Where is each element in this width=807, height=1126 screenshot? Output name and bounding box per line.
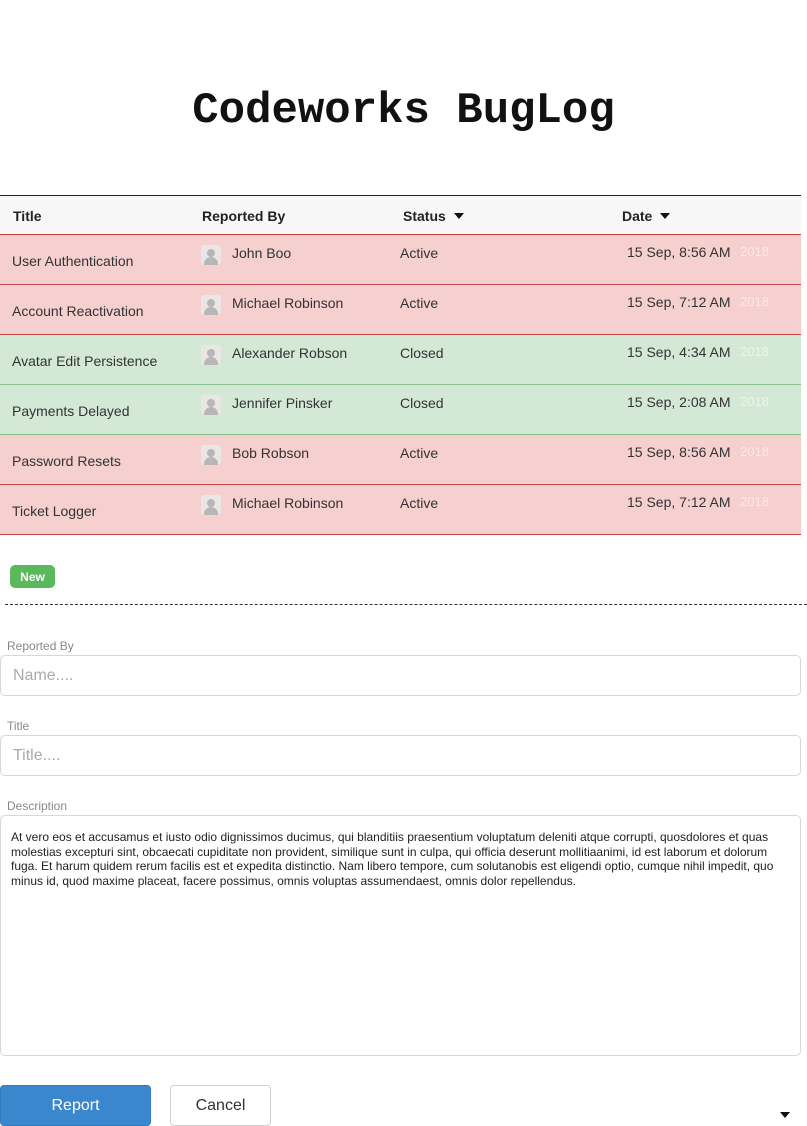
- user-avatar-icon: [201, 395, 221, 415]
- caret-down-icon[interactable]: [780, 1112, 790, 1118]
- date-text: 15 Sep, 7:12 AM: [627, 494, 731, 510]
- date-text: 15 Sep, 7:12 AM: [627, 294, 731, 310]
- bug-table: Title Reported By Status Date User Authe…: [0, 195, 801, 535]
- table-row[interactable]: Avatar Edit Persistence Alexander Robson…: [0, 335, 801, 385]
- year-text: 2018: [740, 394, 769, 409]
- reporter-name: Michael Robinson: [232, 295, 344, 311]
- bug-title: Avatar Edit Persistence: [12, 353, 158, 369]
- title-input[interactable]: [0, 735, 801, 776]
- user-avatar-icon: [201, 345, 221, 365]
- date-text: 15 Sep, 8:56 AM: [627, 244, 731, 260]
- table-row[interactable]: Password Resets Bob Robson Active 15 Sep…: [0, 435, 801, 485]
- year-text: 2018: [740, 294, 769, 309]
- column-header-date[interactable]: Date: [622, 208, 671, 224]
- description-label: Description: [7, 799, 68, 813]
- status-text: Active: [400, 245, 439, 261]
- year-text: 2018: [740, 244, 769, 259]
- section-divider: [5, 604, 807, 605]
- status-text: Closed: [400, 345, 444, 361]
- report-button[interactable]: Report: [0, 1085, 151, 1126]
- bug-title: User Authentication: [12, 253, 134, 269]
- year-text: 2018: [740, 494, 769, 509]
- column-header-status[interactable]: Status: [403, 208, 464, 224]
- date-text: 15 Sep, 2:08 AM: [627, 394, 731, 410]
- date-text: 15 Sep, 8:56 AM: [627, 444, 731, 460]
- table-row[interactable]: Account Reactivation Michael Robinson Ac…: [0, 285, 801, 335]
- column-header-reported-by[interactable]: Reported By: [202, 208, 285, 224]
- reporter-name: John Boo: [232, 245, 292, 261]
- user-avatar-icon: [201, 245, 221, 265]
- status-text: Active: [400, 495, 439, 511]
- page-title: Codeworks BugLog: [192, 86, 615, 136]
- bug-title: Password Resets: [12, 453, 121, 469]
- reported-by-input[interactable]: [0, 655, 801, 696]
- new-bug-button[interactable]: New: [10, 565, 55, 588]
- table-header: Title Reported By Status Date: [0, 195, 801, 235]
- reporter-name: Alexander Robson: [232, 345, 348, 361]
- bug-title: Ticket Logger: [12, 503, 97, 519]
- table-row[interactable]: Ticket Logger Michael Robinson Active 15…: [0, 485, 801, 535]
- reported-by-label: Reported By: [7, 639, 74, 653]
- title-label: Title: [7, 719, 30, 733]
- table-row[interactable]: User Authentication John Boo Active 15 S…: [0, 235, 801, 285]
- bug-title: Account Reactivation: [12, 303, 144, 319]
- user-avatar-icon: [201, 495, 221, 515]
- cancel-button[interactable]: Cancel: [170, 1085, 271, 1126]
- caret-down-icon[interactable]: [660, 213, 671, 219]
- reporter-name: Jennifer Pinsker: [232, 395, 333, 411]
- table-row[interactable]: Payments Delayed Jennifer Pinsker Closed…: [0, 385, 801, 435]
- bug-title: Payments Delayed: [12, 403, 130, 419]
- year-text: 2018: [740, 444, 769, 459]
- reporter-name: Bob Robson: [232, 445, 310, 461]
- status-text: Active: [400, 295, 439, 311]
- status-text: Active: [400, 445, 439, 461]
- user-avatar-icon: [201, 295, 221, 315]
- user-avatar-icon: [201, 445, 221, 465]
- status-text: Closed: [400, 395, 444, 411]
- reporter-name: Michael Robinson: [232, 495, 344, 511]
- caret-down-icon[interactable]: [453, 213, 464, 219]
- column-header-title[interactable]: Title: [13, 208, 42, 224]
- description-textarea[interactable]: At vero eos et accusamus et iusto odio d…: [0, 815, 801, 1056]
- year-text: 2018: [740, 344, 769, 359]
- date-text: 15 Sep, 4:34 AM: [627, 344, 731, 360]
